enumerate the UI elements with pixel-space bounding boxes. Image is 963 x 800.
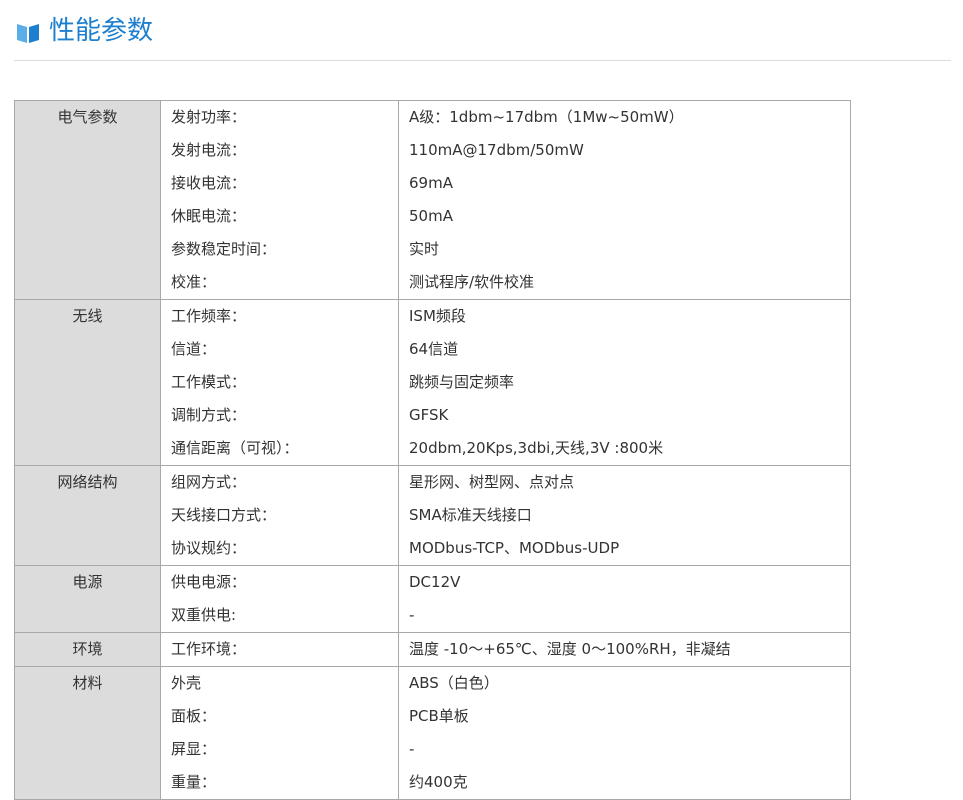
category-cell: 材料 (14, 666, 161, 800)
spec-label: 供电电源： (171, 573, 247, 591)
spec-label: 参数稳定时间： (171, 240, 277, 258)
spec-group-electrical: 电气参数 发射功率： 发射电流： 接收电流： 休眠电流： 参数稳定时间： 校准：… (14, 100, 851, 300)
spec-label: 工作频率： (171, 307, 247, 325)
category-cell: 环境 (14, 632, 161, 667)
category-label: 无线 (72, 307, 103, 325)
spec-label: 信道： (171, 340, 217, 358)
spec-label: 屏显： (171, 740, 217, 758)
spec-label: 天线接口方式： (171, 506, 277, 524)
spec-group-power: 电源 供电电源： 双重供电: DC12V - (14, 565, 851, 633)
spec-label: 调制方式： (171, 406, 247, 424)
spec-group-material: 材料 外壳 面板： 屏显： 重量： ABS（白色） PCB单板 - 约400克 (14, 666, 851, 800)
value-cell: 温度 -10～+65℃、湿度 0～100%RH，非凝结 (398, 632, 851, 667)
spec-table: 电气参数 发射功率： 发射电流： 接收电流： 休眠电流： 参数稳定时间： 校准：… (14, 100, 851, 800)
category-label: 电气参数 (57, 108, 118, 126)
spec-value: 测试程序/软件校准 (409, 273, 535, 291)
spec-value: 跳频与固定频率 (409, 373, 515, 391)
spec-value: ABS（白色） (409, 674, 499, 692)
value-cell: 星形网、树型网、点对点 SMA标准天线接口 MODbus-TCP、MODbus-… (398, 465, 851, 566)
spec-value: 110mA@17dbm/50mW (409, 141, 584, 159)
category-cell: 网络结构 (14, 465, 161, 566)
spec-label: 休眠电流： (171, 207, 247, 225)
label-cell: 组网方式： 天线接口方式： 协议规约： (160, 465, 399, 566)
value-cell: ABS（白色） PCB单板 - 约400克 (398, 666, 851, 800)
spec-label: 校准： (171, 273, 217, 291)
section-header: 性能参数 (14, 0, 951, 61)
spec-value: PCB单板 (409, 707, 469, 725)
category-cell: 电源 (14, 565, 161, 633)
spec-group-environment: 环境 工作环境： 温度 -10～+65℃、湿度 0～100%RH，非凝结 (14, 632, 851, 667)
spec-group-wireless: 无线 工作频率： 信道： 工作模式： 调制方式： 通信距离（可视）： ISM频段… (14, 299, 851, 466)
spec-value: SMA标准天线接口 (409, 506, 532, 524)
page-title: 性能参数 (49, 16, 154, 46)
value-cell: ISM频段 64信道 跳频与固定频率 GFSK 20dbm,20Kps,3dbi… (398, 299, 851, 466)
spec-label: 工作模式： (171, 373, 247, 391)
spec-value: ISM频段 (409, 307, 466, 325)
spec-value: GFSK (409, 406, 449, 424)
spec-value: 温度 -10～+65℃、湿度 0～100%RH，非凝结 (409, 640, 731, 658)
spec-label: 发射电流： (171, 141, 247, 159)
spec-value: 20dbm,20Kps,3dbi,天线,3V :800米 (409, 439, 664, 457)
spec-label: 工作环境： (171, 640, 247, 658)
label-cell: 工作频率： 信道： 工作模式： 调制方式： 通信距离（可视）： (160, 299, 399, 466)
spec-value: 50mA (409, 207, 453, 225)
spec-value: - (409, 606, 415, 624)
spec-label: 通信距离（可视）： (171, 439, 299, 457)
spec-label: 重量： (171, 773, 217, 791)
book-icon (16, 20, 40, 44)
spec-label: 组网方式： (171, 473, 247, 491)
label-cell: 发射功率： 发射电流： 接收电流： 休眠电流： 参数稳定时间： 校准： (160, 100, 399, 300)
category-cell: 电气参数 (14, 100, 161, 300)
label-cell: 供电电源： 双重供电: (160, 565, 399, 633)
spec-group-network: 网络结构 组网方式： 天线接口方式： 协议规约： 星形网、树型网、点对点 SMA… (14, 465, 851, 566)
category-label: 电源 (72, 573, 103, 591)
spec-value: - (409, 740, 415, 758)
spec-value: 64信道 (409, 340, 459, 358)
value-cell: DC12V - (398, 565, 851, 633)
spec-label: 外壳 (171, 674, 202, 692)
value-cell: A级：1dbm~17dbm（1Mw~50mW） 110mA@17dbm/50mW… (398, 100, 851, 300)
spec-label: 协议规约： (171, 539, 247, 557)
spec-label: 接收电流： (171, 174, 247, 192)
spec-label: 面板： (171, 707, 217, 725)
spec-value: DC12V (409, 573, 461, 591)
spec-value: A级：1dbm~17dbm（1Mw~50mW） (409, 108, 684, 126)
spec-value: 实时 (409, 240, 440, 258)
spec-label: 发射功率： (171, 108, 247, 126)
category-label: 环境 (72, 640, 103, 658)
spec-value: 69mA (409, 174, 453, 192)
spec-value: 约400克 (409, 773, 468, 791)
label-cell: 外壳 面板： 屏显： 重量： (160, 666, 399, 800)
category-cell: 无线 (14, 299, 161, 466)
spec-label: 双重供电: (171, 606, 237, 624)
category-label: 材料 (72, 674, 103, 692)
spec-value: MODbus-TCP、MODbus-UDP (409, 539, 620, 557)
spec-value: 星形网、树型网、点对点 (409, 473, 575, 491)
category-label: 网络结构 (57, 473, 118, 491)
label-cell: 工作环境： (160, 632, 399, 667)
